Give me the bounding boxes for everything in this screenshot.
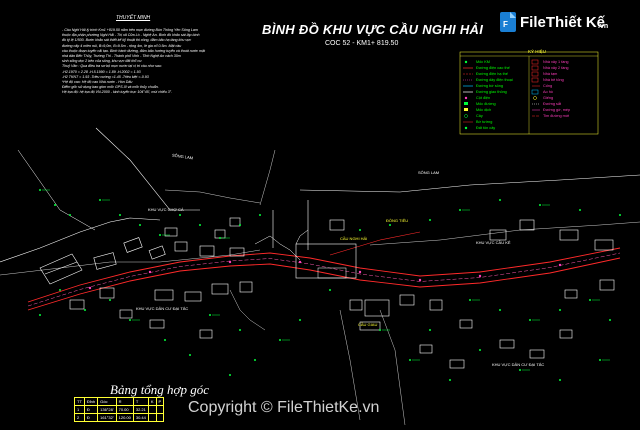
legend-item-label: Mốc KM [476, 60, 490, 64]
cad-drawing: F BÌNH ĐỒ KHU VỰC CẦU NGHI HẢI COC 52 - … [0, 0, 640, 430]
legend-symbols-right [531, 59, 540, 117]
table-header-cell: P [155, 397, 165, 406]
label-cau-nghi-hai: CẦU NGHI HẢI [340, 236, 368, 241]
angle-table-title: Bảng tổng hợp góc [110, 382, 210, 397]
table-cell [155, 405, 165, 414]
logo-wordmark: FileThiết Kế [520, 14, 606, 31]
road-edge-top [27, 247, 621, 303]
table-cell: 161°32' [97, 413, 117, 422]
table-header-cell: Góc [97, 397, 117, 406]
drawing-subtitle: COC 52 - KM1+ 819.50 [325, 40, 399, 47]
table-cell [147, 413, 157, 422]
table-header-row: TT Đỉnh Góc R T K P [74, 397, 165, 406]
contour-line-2 [259, 149, 276, 206]
table-cell: 70.00 [115, 405, 134, 414]
notes-title: THUYẾT MINH [116, 15, 151, 21]
table-header-cell: R [115, 397, 134, 406]
table-row: 2 Đ 161°32' 120.00 30.44 [74, 413, 165, 422]
legend-item-label: Bờ tường [476, 120, 493, 124]
legend-item-label: Đường bờ sông [476, 84, 503, 88]
table-cell: Đ [83, 413, 99, 422]
legend-item-label: Đất tôn cây [476, 126, 496, 130]
table-header-cell: Đỉnh [83, 397, 99, 406]
label-dan-cu-right: KHU VỰC DÂN CƯ ĐẠI TẮC [492, 362, 545, 367]
label-dong-tieu: ĐÒNG TIÊU [386, 218, 409, 223]
river-bank-line-right [299, 174, 640, 193]
contour-line-3 [0, 249, 261, 276]
river-bank-line [0, 217, 161, 263]
table-cell: 30.44 [132, 413, 149, 422]
legend-item-label: Cột điện [476, 96, 491, 100]
survey-points [39, 189, 621, 381]
legend-item-label: Đường dây điện thoại [476, 78, 513, 82]
legend-item-label: Đường điện cao thế [476, 66, 510, 70]
legend-item-desc: Nhà xây 2 tầng [543, 66, 569, 70]
table-cell: Đ [83, 405, 99, 414]
houses [39, 217, 615, 369]
abutment [254, 235, 301, 261]
notes-block: - Cầu Nghi Hải lý trình Km1 +819.50 nằm … [62, 28, 238, 96]
legend-item-desc: Đường gờ, mép [543, 108, 571, 112]
canal-line-2 [379, 309, 406, 426]
legend-item-desc: Tim đường mới [543, 114, 570, 118]
legend-item-desc: Nhà bê tông [543, 78, 564, 82]
legend-item-desc: Giếng [543, 96, 554, 100]
legend-item-label: Mốc đường [476, 102, 496, 106]
legend-item-desc: Nhà tạm [543, 72, 558, 76]
legend-item-desc: Ao hồ [543, 90, 553, 94]
legend-title: KÝ HIỆU [528, 49, 547, 54]
label-cau-giau: CẦU GIAU [358, 322, 378, 327]
legend-item-desc: Cống [543, 84, 553, 88]
table-header-cell: TT [74, 397, 85, 406]
legend-item-desc: Nhà xây 1 tầng [543, 60, 569, 64]
legend-item-label: Cây [476, 114, 483, 118]
table-cell [147, 405, 157, 414]
legend-item-label: Đường điện hạ thế [476, 72, 508, 76]
road-edge-bottom [27, 257, 621, 311]
label-cau-ke: KHU VỰC CẦU KÊ [476, 240, 511, 245]
label-cho-ca: KHU VỰC CHỢ CÁ [148, 207, 184, 212]
table-cell: 32.21 [132, 405, 149, 414]
table-cell: 136°28' [97, 405, 117, 414]
logo-tld: .vn [598, 23, 609, 30]
table-cell: 2 [74, 413, 85, 422]
table-row: 1 Đ 136°28' 70.00 32.21 [74, 405, 165, 414]
legend-item-label: Mốc dịch [476, 108, 492, 112]
table-header-cell: K [147, 397, 157, 406]
legend-item-desc: Đường sắt [543, 102, 562, 106]
bridge-wing [295, 229, 309, 245]
svg-text:F: F [503, 20, 508, 29]
filethietke-logo: F [500, 12, 516, 32]
copyright-watermark: Copyright © FileThietKe.vn [188, 399, 380, 416]
table-cell: 1 [74, 405, 85, 414]
shore-line [17, 149, 96, 231]
elevation-ticks [42, 189, 610, 371]
table-header-cell: T [132, 397, 149, 406]
shore-line-2 [95, 127, 200, 211]
label-dan-cu-left: KHU VỰC DÂN CƯ ĐẠI TẮC [136, 306, 189, 311]
drawing-title: BÌNH ĐỒ KHU VỰC CẦU NGHI HẢI [262, 22, 484, 37]
legend-item-label: Đường giao thông [476, 90, 507, 94]
table-cell [155, 413, 165, 422]
notes-line: Hệ tọa độ: hệ tọa độ VN-2000 - kinh tuyế… [62, 90, 173, 95]
path-line [229, 289, 266, 331]
angle-table: TT Đỉnh Góc R T K P 1 Đ 136°28' 70.00 32… [74, 397, 165, 422]
label-song-lam-right: SÔNG LAM [418, 170, 440, 175]
contour-line [164, 189, 261, 204]
table-cell: 120.00 [115, 413, 134, 422]
legend-symbols-left [463, 60, 473, 130]
